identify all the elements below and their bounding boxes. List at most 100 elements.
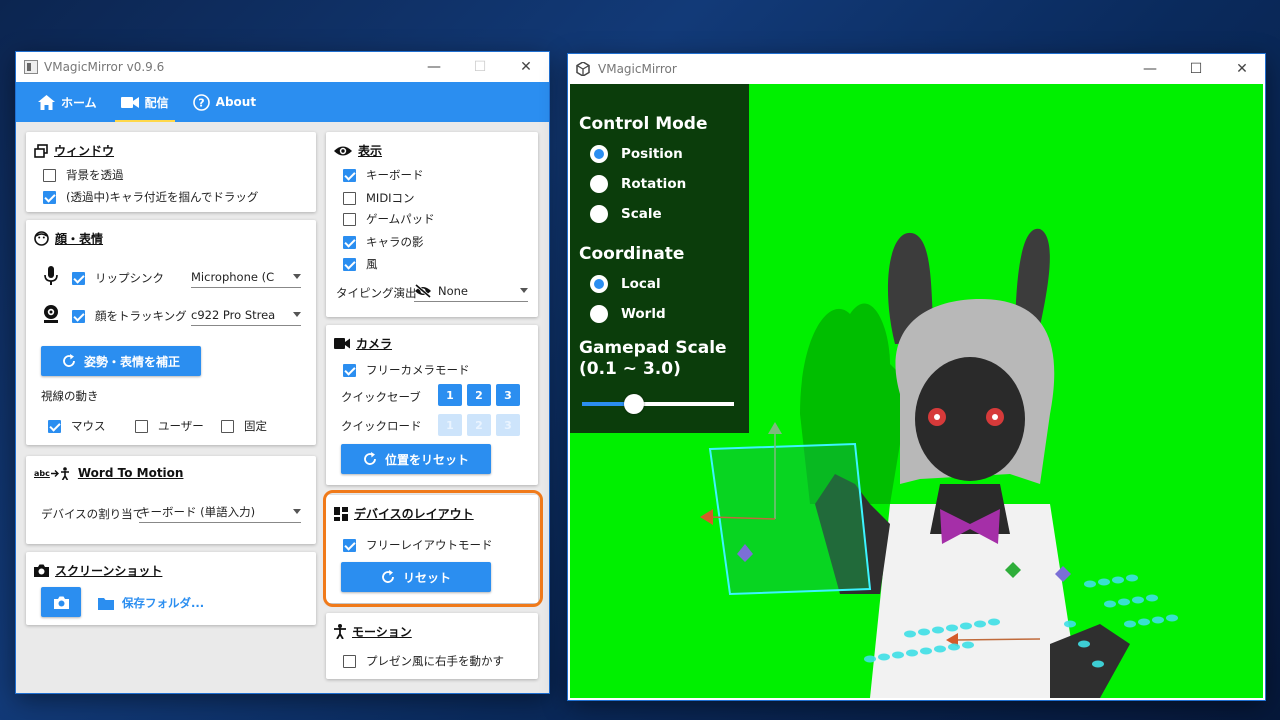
checkbox-label: ゲームパッド bbox=[366, 212, 435, 226]
control-mode-scale-radio[interactable]: Scale bbox=[590, 205, 662, 223]
checkbox-box[interactable] bbox=[43, 168, 56, 182]
reset-camera-position-button[interactable]: 位置をリセット bbox=[341, 444, 491, 474]
take-screenshot-button[interactable] bbox=[41, 587, 81, 617]
checkbox-label: 背景を透過 bbox=[66, 168, 124, 182]
tab-home[interactable]: ホーム bbox=[26, 82, 109, 122]
title-bar[interactable]: VMagicMirror — ☐ ✕ bbox=[568, 54, 1265, 84]
person-icon bbox=[334, 624, 346, 639]
show-gamepad-checkbox[interactable]: ゲームパッド bbox=[343, 211, 435, 227]
control-mode-rotation-radio[interactable]: Rotation bbox=[590, 175, 686, 193]
screenshot-card: スクリーンショット 保存フォルダ... bbox=[26, 552, 316, 625]
open-save-folder-label: 保存フォルダ... bbox=[122, 596, 205, 610]
highlight-annotation bbox=[323, 490, 543, 607]
device-assign-label: デバイスの割り当て bbox=[41, 506, 144, 522]
maximize-button[interactable]: ☐ bbox=[457, 52, 503, 82]
radio-label: Scale bbox=[621, 206, 662, 222]
face-card-title-label: 顔・表情 bbox=[55, 232, 104, 246]
checkbox-box[interactable] bbox=[221, 419, 234, 433]
checkbox-box[interactable] bbox=[72, 271, 85, 285]
device-assign-select[interactable]: キーボード (単語入力) bbox=[139, 501, 301, 523]
typing-effect-label-text: タイピング演出 bbox=[336, 286, 417, 300]
checkbox-box[interactable] bbox=[48, 419, 61, 433]
refresh-icon bbox=[62, 354, 76, 368]
typing-effect-label: タイピング演出 bbox=[336, 285, 417, 301]
show-wind-checkbox[interactable]: 風 bbox=[343, 256, 378, 272]
face-tracking-checkbox[interactable]: 顔をトラッキング bbox=[72, 308, 187, 324]
tab-streaming[interactable]: 配信 bbox=[109, 82, 181, 122]
transparent-bg-checkbox[interactable]: 背景を透過 bbox=[43, 167, 124, 183]
checkbox-label: プレゼン風に右手を動かす bbox=[366, 654, 504, 668]
webcam-icon bbox=[42, 304, 60, 327]
coordinate-local-radio[interactable]: Local bbox=[590, 275, 661, 293]
tab-about[interactable]: ? About bbox=[181, 82, 268, 122]
gamepad-scale-slider[interactable] bbox=[582, 394, 734, 414]
gaze-mouse-checkbox[interactable]: マウス bbox=[48, 418, 106, 434]
microphone-select[interactable]: Microphone (C bbox=[191, 266, 301, 288]
checkbox-box[interactable] bbox=[135, 419, 148, 433]
quick-load-slot-2[interactable]: 2 bbox=[467, 414, 491, 436]
eye-off-icon bbox=[414, 283, 432, 298]
microphone-icon bbox=[44, 266, 58, 289]
folder-icon bbox=[98, 597, 114, 610]
show-shadow-checkbox[interactable]: キャラの影 bbox=[343, 234, 424, 250]
camera-icon bbox=[34, 564, 49, 577]
open-save-folder-link[interactable]: 保存フォルダ... bbox=[98, 595, 204, 611]
typing-effect-select[interactable]: None bbox=[414, 280, 528, 302]
refresh-icon bbox=[363, 452, 377, 466]
gamepad-scale-range: (0.1 ~ 3.0) bbox=[579, 359, 681, 379]
window-card-title: ウィンドウ bbox=[34, 142, 114, 159]
presentation-mode-checkbox[interactable]: プレゼン風に右手を動かす bbox=[343, 653, 504, 669]
control-mode-position-radio[interactable]: Position bbox=[590, 145, 683, 163]
checkbox-box[interactable] bbox=[343, 654, 356, 668]
camera-select[interactable]: c922 Pro Strea bbox=[191, 304, 301, 326]
slider-knob[interactable] bbox=[623, 394, 644, 414]
quick-save-slot-3[interactable]: 3 bbox=[496, 384, 520, 406]
calibrate-face-button[interactable]: 姿勢・表情を補正 bbox=[41, 346, 201, 376]
nav-bar: ホーム 配信 ? About bbox=[16, 82, 549, 122]
checkbox-box[interactable] bbox=[343, 257, 356, 271]
word-to-motion-icon-text: abc bbox=[34, 468, 50, 478]
maximize-button[interactable]: ☐ bbox=[1173, 54, 1219, 84]
quick-save-slot-1[interactable]: 1 bbox=[438, 384, 462, 406]
close-button[interactable]: ✕ bbox=[1219, 54, 1265, 84]
checkbox-box[interactable] bbox=[43, 190, 56, 204]
minimize-button[interactable]: — bbox=[1127, 54, 1173, 84]
radio-circle[interactable] bbox=[590, 145, 608, 163]
checkbox-label: 風 bbox=[366, 257, 378, 271]
camera-select-value: c922 Pro Strea bbox=[191, 307, 276, 322]
help-icon: ? bbox=[192, 93, 210, 111]
checkbox-label: 固定 bbox=[244, 419, 267, 433]
lipsync-checkbox[interactable]: リップシンク bbox=[72, 270, 164, 286]
quick-load-slot-1[interactable]: 1 bbox=[438, 414, 462, 436]
word-to-motion-icon: abc bbox=[34, 466, 72, 480]
word-to-motion-card: abc Word To Motion デバイスの割り当て キーボード (単語入力… bbox=[26, 456, 316, 544]
radio-circle[interactable] bbox=[590, 175, 608, 193]
radio-circle[interactable] bbox=[590, 305, 608, 323]
show-keyboard-checkbox[interactable]: キーボード bbox=[343, 167, 424, 183]
checkbox-box[interactable] bbox=[343, 168, 356, 182]
checkbox-box[interactable] bbox=[343, 191, 356, 205]
checkbox-box[interactable] bbox=[343, 235, 356, 249]
free-camera-checkbox[interactable]: フリーカメラモード bbox=[343, 362, 470, 378]
checkbox-box[interactable] bbox=[72, 309, 85, 323]
title-bar[interactable]: VMagicMirror v0.9.6 — ☐ ✕ bbox=[16, 52, 549, 82]
window-title: VMagicMirror bbox=[598, 62, 677, 76]
gaze-fixed-checkbox[interactable]: 固定 bbox=[221, 418, 267, 434]
close-button[interactable]: ✕ bbox=[503, 52, 549, 82]
coordinate-world-radio[interactable]: World bbox=[590, 305, 666, 323]
window-card-title-label: ウィンドウ bbox=[54, 144, 115, 158]
drag-char-checkbox[interactable]: (透過中)キャラ付近を掴んでドラッグ bbox=[43, 189, 258, 205]
gaze-user-checkbox[interactable]: ユーザー bbox=[135, 418, 204, 434]
checkbox-box[interactable] bbox=[343, 212, 356, 226]
svg-text:?: ? bbox=[198, 96, 204, 109]
radio-circle[interactable] bbox=[590, 205, 608, 223]
checkbox-box[interactable] bbox=[343, 363, 356, 377]
word-to-motion-title-label: Word To Motion bbox=[77, 466, 184, 480]
show-midi-checkbox[interactable]: MIDIコン bbox=[343, 190, 415, 206]
radio-circle[interactable] bbox=[590, 275, 608, 293]
avatar-viewport[interactable]: Control Mode Position Rotation Scale Coo… bbox=[570, 84, 1263, 698]
quick-save-slot-2[interactable]: 2 bbox=[467, 384, 491, 406]
quick-load-slot-3[interactable]: 3 bbox=[496, 414, 520, 436]
minimize-button[interactable]: — bbox=[411, 52, 457, 82]
tab-about-label: About bbox=[215, 95, 257, 109]
